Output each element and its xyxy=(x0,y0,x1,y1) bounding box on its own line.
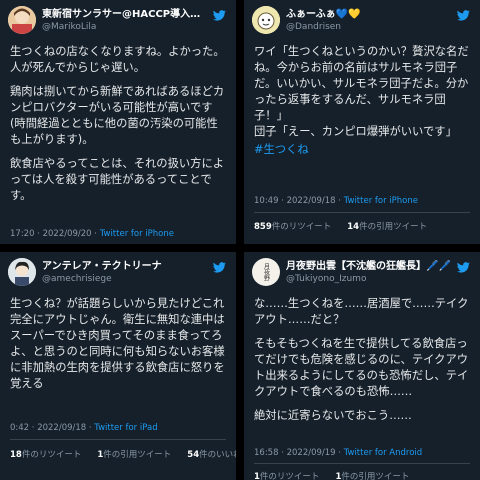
twitter-logo-icon xyxy=(457,262,470,273)
tweet-source[interactable]: Twitter for iPhone xyxy=(344,196,418,206)
avatar[interactable]: 月夜野 xyxy=(252,258,280,286)
timestamp[interactable]: 17:20 · 2022/09/20 · xyxy=(10,229,100,239)
tweet-paragraph: そもそもつくねを生で提供してる飲食店ってだけでも危険を感じるのに、テイクアウト出… xyxy=(254,337,469,398)
tweet-paragraph: ワイ「生つくねというのかい？贅沢な名だね。今からお前の名前はサルモネラ団子だ。い… xyxy=(254,45,469,138)
retweet-count[interactable]: 18件のリツイート xyxy=(10,450,89,460)
tweet-text: 生つくね？が話題らしいから見たけどこれ完全にアウトじゃん。衛生に無知な連中はスー… xyxy=(10,296,226,392)
tweet-stats: 18件のリツイート 1件の引用ツイート 54件のいいね xyxy=(10,448,236,460)
tweet-stats: 1件のリツイート 1件の引用ツイート xyxy=(254,470,425,480)
tweet-card[interactable]: 東新宿サンラサー@HACCP導入コンサルタ… @MarikoLila 生つくねの… xyxy=(0,0,236,244)
tweet-paragraph: 生つくねの店なくなりますね。よかった。人が死んでからじゃ遅い。 xyxy=(10,45,225,74)
tweet-header: ふぁーふぁ💙💛 @Dandrisen xyxy=(252,4,470,38)
tweet-paragraph: 生つくね？が話題らしいから見たけどこれ完全にアウトじゃん。衛生に無知な連中はスー… xyxy=(10,297,225,390)
divider xyxy=(254,463,470,464)
timestamp[interactable]: 16:58 · 2022/09/19 · xyxy=(254,448,344,458)
avatar[interactable] xyxy=(252,6,280,34)
tweet-text: ワイ「生つくねというのかい？贅沢な名だね。今からお前の名前はサルモネラ団子だ。い… xyxy=(254,44,470,158)
display-name[interactable]: ふぁーふぁ💙💛 xyxy=(286,8,452,21)
tweet-paragraph: 絶対に近寄らないでおこう…… xyxy=(254,409,412,422)
avatar[interactable] xyxy=(8,258,36,286)
divider xyxy=(254,212,470,213)
avatar-text: 月夜野 xyxy=(262,263,270,281)
tweet-header: 東新宿サンラサー@HACCP導入コンサルタ… @MarikoLila xyxy=(8,4,226,38)
retweet-count[interactable]: 1件のリツイート xyxy=(254,472,327,480)
divider xyxy=(10,439,226,440)
tweet-card[interactable]: 月夜野 月夜野出雲【不沈艦の狂艦長】🖊️🖊️ @Tukiyono_Izumo な… xyxy=(244,252,480,480)
tweet-paragraph: 飲食店やるってことは、それの扱い方によっては人を殺す可能性があるってことです。 xyxy=(10,157,225,202)
tweet-timestamp[interactable]: 0:42 · 2022/09/18 · Twitter for iPad xyxy=(10,423,158,433)
tweet-text: 生つくねの店なくなりますね。よかった。人が死んでからじゃ遅い。 鶏肉は捌いてから… xyxy=(10,44,226,204)
tweet-source[interactable]: Twitter for Android xyxy=(344,448,422,458)
tweet-stats: 859件のリツイート 14件の引用ツイート xyxy=(254,220,443,232)
display-name[interactable]: アンテレア・テクトリーナ xyxy=(42,260,208,273)
quote-count[interactable]: 1件の引用ツイート xyxy=(97,450,179,460)
twitter-logo-icon xyxy=(213,262,226,273)
quote-count[interactable]: 14件の引用ツイート xyxy=(347,222,435,232)
display-name[interactable]: 東新宿サンラサー@HACCP導入コンサルタ… xyxy=(42,8,208,21)
tweet-card[interactable]: ふぁーふぁ💙💛 @Dandrisen ワイ「生つくねというのかい？贅沢な名だね。… xyxy=(244,0,480,244)
twitter-logo-icon xyxy=(213,10,226,21)
hashtag-link[interactable]: #生つくね xyxy=(254,142,470,158)
quote-count[interactable]: 1件の引用ツイート xyxy=(335,472,417,480)
tweet-source[interactable]: Twitter for iPad xyxy=(94,423,157,433)
tweet-text: な……生つくねを……居酒屋で……テイクアウト……だと？ そもそもつくねを生で提供… xyxy=(254,296,470,424)
tweet-timestamp[interactable]: 10:49 · 2022/09/18 · Twitter for iPhone xyxy=(254,196,418,206)
tweet-paragraph: な……生つくねを……居酒屋で……テイクアウト……だと？ xyxy=(254,297,469,326)
like-count[interactable]: 54件のいいね xyxy=(187,450,236,460)
username[interactable]: @Dandrisen xyxy=(286,21,341,33)
retweet-count[interactable]: 859件のリツイート xyxy=(254,222,339,232)
tweet-card[interactable]: アンテレア・テクトリーナ @amechrisiege 生つくね？が話題らしいから… xyxy=(0,252,236,480)
tweet-paragraph: 鶏肉は捌いてから新鮮であればあるほどカンピロバクターがいる可能性が高いです(時間… xyxy=(10,85,225,146)
timestamp[interactable]: 0:42 · 2022/09/18 · xyxy=(10,423,94,433)
twitter-logo-icon xyxy=(457,10,470,21)
username[interactable]: @Tukiyono_Izumo xyxy=(286,273,366,285)
tweet-header: 月夜野 月夜野出雲【不沈艦の狂艦長】🖊️🖊️ @Tukiyono_Izumo xyxy=(252,256,470,290)
avatar[interactable] xyxy=(8,6,36,34)
username[interactable]: @MarikoLila xyxy=(42,21,96,33)
tweet-source[interactable]: Twitter for iPhone xyxy=(100,229,174,239)
username[interactable]: @amechrisiege xyxy=(42,273,112,285)
tweet-timestamp[interactable]: 16:58 · 2022/09/19 · Twitter for Android xyxy=(254,448,422,458)
timestamp[interactable]: 10:49 · 2022/09/18 · xyxy=(254,196,344,206)
tweet-timestamp[interactable]: 17:20 · 2022/09/20 · Twitter for iPhone xyxy=(10,229,174,239)
tweet-header: アンテレア・テクトリーナ @amechrisiege xyxy=(8,256,226,290)
display-name[interactable]: 月夜野出雲【不沈艦の狂艦長】🖊️🖊️ xyxy=(286,260,452,273)
